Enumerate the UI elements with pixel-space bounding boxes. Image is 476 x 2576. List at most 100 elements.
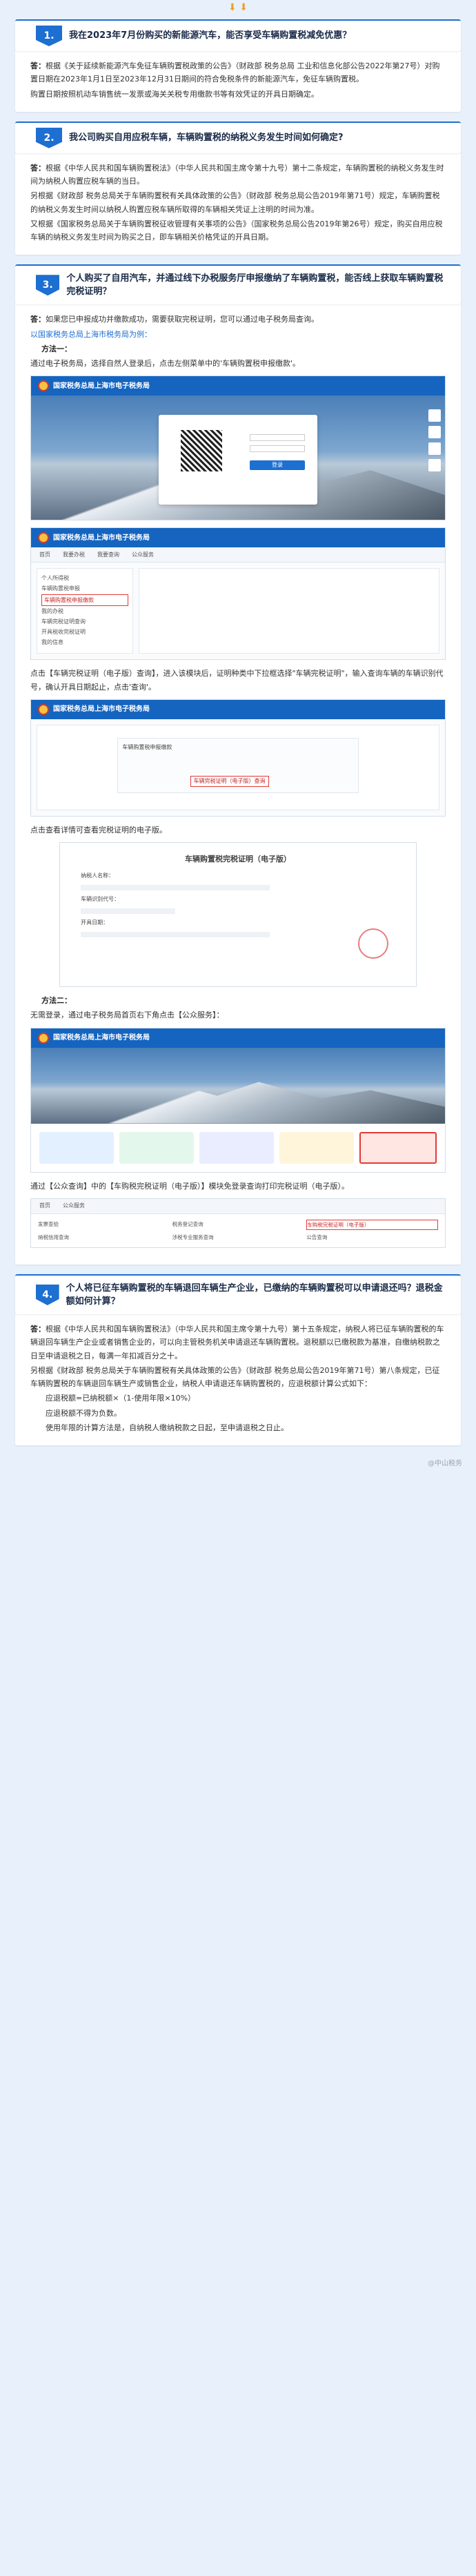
query-screenshot: 国家税务总局上海市电子税务局 车辆购置税申报缴款 车辆完税证明（电子版）查询: [30, 699, 446, 817]
service-tile[interactable]: [119, 1131, 194, 1164]
answer-label: 答：: [30, 61, 46, 70]
question-number: 2.: [36, 127, 62, 148]
formula-line: 应退税额=已纳税额×（1-使用年限×10%）: [46, 1394, 196, 1403]
question-text: 个人将已征车辆购置税的车辆退回车辆生产企业，已缴纳的车辆购置税可以申请退还吗？退…: [66, 1282, 443, 1307]
question-header: 1. 我在2023年7月份购买的新能源汽车，能否享受车辆购置税减免优惠？: [15, 19, 461, 51]
question-header: 3. 个人购买了自用汽车，并通过线下办税服务厅申报缴纳了车辆购置税，能否线上获取…: [15, 264, 461, 305]
method-one-step3: 点击查看详情可查看完税证明的电子版。: [30, 825, 167, 835]
nav-strip: 首页 公众服务: [31, 1198, 445, 1214]
question-header: 4. 个人将已征车辆购置税的车辆退回车辆生产企业，已缴纳的车辆购置税可以申请退还…: [15, 1274, 461, 1314]
answer-paragraph: 另根据《财政部 税务总局关于车辆购置税有关具体政策的公告》（财政部 税务总局公告…: [30, 191, 440, 214]
content-panel: [139, 568, 439, 654]
toolbar-icon[interactable]: [428, 442, 441, 456]
hero-background: 登录: [31, 396, 445, 520]
answer-text: 如果您已申报成功并缴款成功，需要获取完税证明，您可以通过电子税务局查询。: [46, 315, 319, 324]
login-button[interactable]: 登录: [250, 460, 305, 471]
menu-item[interactable]: 个人所得税: [41, 573, 128, 583]
answer-paragraph: 另根据《财政部 税务总局关于车辆购置税有关具体政策的公告》（财政部 税务总局公告…: [30, 1365, 440, 1388]
mountain-image: [31, 1082, 445, 1124]
menu-item[interactable]: 车辆购置税申报: [41, 583, 128, 594]
public-service-tile[interactable]: [359, 1131, 437, 1164]
service-item[interactable]: 涉税专业服务查询: [172, 1233, 304, 1242]
cert-query-link[interactable]: 车辆完税证明（电子版）查询: [190, 775, 269, 787]
nav-public[interactable]: 公众服务: [132, 550, 154, 560]
watermark: @中山税务: [428, 1460, 462, 1467]
question-text: 个人购买了自用汽车，并通过线下办税服务厅申报缴纳了车辆购置税，能否线上获取车辆购…: [66, 273, 444, 297]
answer-body: 答：根据《关于延续新能源汽车免征车辆购置税政策的公告》（财政部 税务总局 工业和…: [15, 51, 461, 112]
toolbar-icon[interactable]: [428, 426, 441, 439]
certificate-preview: 车辆购置税完税证明（电子版） 纳税人名称： 车辆识别代号： 开具日期：: [59, 842, 417, 987]
answer-paragraph: 答：根据《中华人民共和国车辆购置税法》（中华人民共和国主席令第十九号）第十二条规…: [30, 162, 446, 188]
answer-label: 答：: [30, 315, 46, 324]
site-header: 国家税务总局上海市电子税务局: [31, 528, 445, 548]
question-text: 我公司购买自用应税车辆，车辆购置税的纳税义务发生时间如何确定?: [69, 133, 344, 143]
qr-code-icon: [181, 430, 222, 472]
answer-label: 答：: [30, 163, 46, 173]
answer-paragraph: 答：根据《中华人民共和国车辆购置税法》（中华人民共和国主席令第十九号）第十五条规…: [30, 1323, 446, 1363]
site-title: 国家税务总局上海市电子税务局: [53, 705, 150, 713]
down-arrows-icon: ⬇ ⬇: [228, 1, 248, 13]
hero-background: [31, 1047, 445, 1124]
toolbar-icon[interactable]: [428, 409, 441, 422]
password-field[interactable]: [250, 445, 305, 453]
question-text: 我在2023年7月份购买的新能源汽车，能否享受车辆购置税减免优惠？: [69, 30, 352, 41]
site-header: 国家税务总局上海市电子税务局: [31, 376, 445, 396]
service-item[interactable]: 公告查询: [306, 1233, 438, 1242]
example-link[interactable]: 以国家税务总局上海市税务局为例：: [30, 328, 446, 341]
formula-line: 使用年限的计算方法是，自纳税人缴纳税款之日起，至申请退税之日止。: [46, 1423, 288, 1432]
faq-section-2: 2. 我公司购买自用应税车辆，车辆购置税的纳税义务发生时间如何确定? 答：根据《…: [10, 121, 466, 255]
menu-item[interactable]: 我的信息: [41, 637, 128, 647]
username-field[interactable]: [250, 434, 305, 442]
tax-emblem-icon: [38, 1032, 49, 1044]
answer-paragraph: 又根据《国家税务总局关于车辆购置税征收管理有关事项的公告》（国家税务总局公告20…: [30, 219, 443, 242]
service-item[interactable]: 发票查验: [38, 1220, 170, 1230]
official-stamp-icon: [357, 928, 388, 959]
login-screenshot: 国家税务总局上海市电子税务局 登录: [30, 375, 446, 521]
menu-item[interactable]: 我的办税: [41, 606, 128, 616]
cert-line: [81, 932, 270, 938]
service-tile[interactable]: [199, 1131, 274, 1164]
service-item[interactable]: 税务登记查询: [172, 1220, 304, 1230]
method-two-step2: 通过【公众查询】中的【车购税完税证明（电子版）】模块免登录查询打印完税证明（电子…: [30, 1181, 349, 1191]
menu-item-highlighted[interactable]: 车辆购置税申报缴款: [41, 594, 128, 606]
site-header: 国家税务总局上海市电子税务局: [31, 699, 445, 719]
site-title: 国家税务总局上海市电子税务局: [53, 382, 150, 390]
nav-tax[interactable]: 我要办税: [63, 550, 85, 560]
faq-section-1: 1. 我在2023年7月份购买的新能源汽车，能否享受车辆购置税减免优惠？ 答：根…: [10, 19, 466, 112]
answer-text: 根据《关于延续新能源汽车免征车辆购置税政策的公告》（财政部 税务总局 工业和信息…: [30, 61, 440, 84]
certificate-title: 车辆购置税完税证明（电子版）: [185, 855, 291, 863]
home-screenshot: 国家税务总局上海市电子税务局: [30, 1027, 446, 1173]
left-menu: 个人所得税 车辆购置税申报 车辆购置税申报缴款 我的办税 车辆完税证明查询 开具…: [37, 568, 133, 654]
side-toolbar: [428, 409, 441, 472]
login-panel[interactable]: 登录: [159, 415, 317, 505]
service-item[interactable]: 纳税信用查询: [38, 1233, 170, 1242]
answer-body: 答：根据《中华人民共和国车辆购置税法》（中华人民共和国主席令第十九号）第十二条规…: [15, 153, 461, 255]
toolbar-icon[interactable]: [428, 459, 441, 472]
service-tile[interactable]: [279, 1131, 354, 1164]
tax-emblem-icon: [38, 380, 49, 392]
service-item-highlighted[interactable]: 车购税完税证明（电子版）: [306, 1219, 438, 1230]
tax-emblem-icon: [38, 703, 49, 715]
method-two-label: 方法二：: [41, 996, 72, 1005]
answer-paragraph: 答：如果您已申报成功并缴款成功，需要获取完税证明，您可以通过电子税务局查询。: [30, 313, 446, 326]
question-header: 2. 我公司购买自用应税车辆，车辆购置税的纳税义务发生时间如何确定?: [15, 121, 461, 153]
faq-section-3: 3. 个人购买了自用汽车，并通过线下办税服务厅申报缴纳了车辆购置税，能否线上获取…: [10, 264, 466, 1265]
nav-home[interactable]: 首页: [39, 1201, 50, 1211]
nav-query[interactable]: 我要查询: [97, 550, 119, 560]
method-two-text: 无需登录，通过电子税务局首页右下角点击【公众服务】：: [30, 1011, 224, 1020]
question-number: 1.: [36, 26, 62, 46]
menu-item[interactable]: 车辆完税证明查询: [41, 616, 128, 627]
panel-row: 车辆购置税申报缴款 车辆完税证明（电子版）查询: [31, 719, 445, 816]
nav-home[interactable]: 首页: [39, 550, 50, 560]
nav-public[interactable]: 公众服务: [63, 1201, 85, 1211]
site-title: 国家税务总局上海市电子税务局: [53, 1033, 150, 1042]
services-screenshot: 首页 公众服务 发票查验 税务登记查询 车购税完税证明（电子版） 纳税信用查询 …: [30, 1198, 446, 1248]
service-tile[interactable]: [39, 1131, 114, 1164]
menu-item[interactable]: 开具税收完税证明: [41, 627, 128, 637]
site-header: 国家税务总局上海市电子税务局: [31, 1028, 445, 1048]
cert-label: 开具日期：: [81, 919, 109, 926]
nav-strip: 首页 我要办税 我要查询 公众服务: [31, 547, 445, 563]
cert-label: 纳税人名称：: [81, 872, 115, 879]
cert-line: [81, 908, 175, 915]
answer-label: 答：: [30, 1325, 46, 1334]
